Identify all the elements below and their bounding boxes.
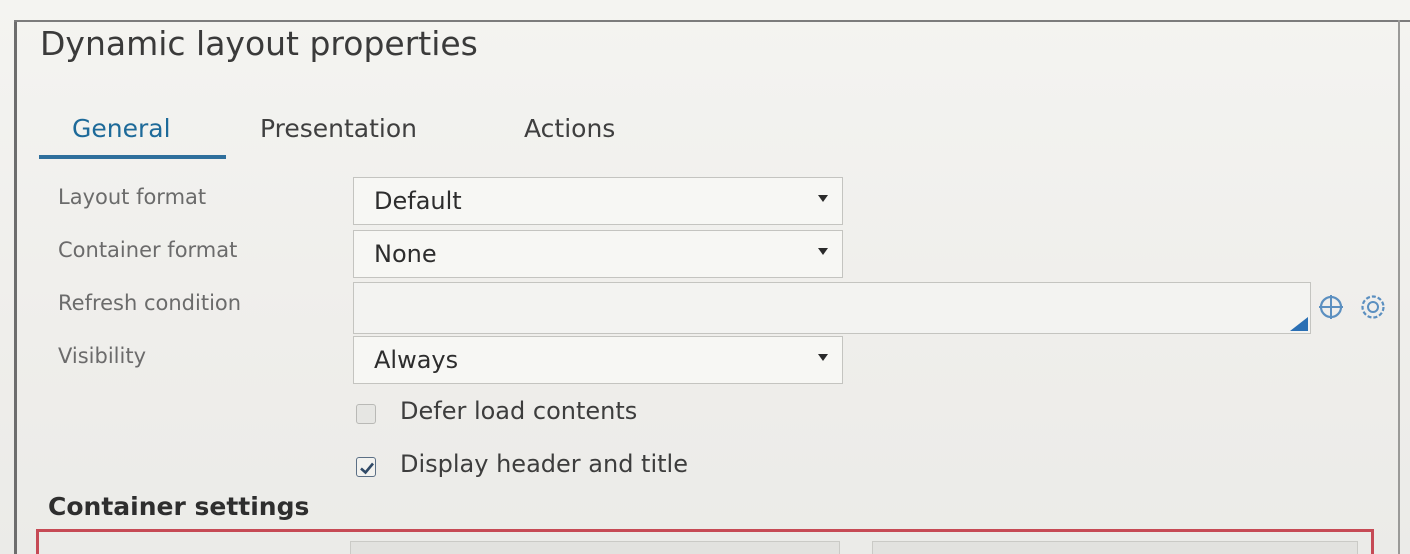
- tab-general[interactable]: General: [72, 114, 171, 143]
- defer-load-checkbox[interactable]: [356, 404, 376, 424]
- container-format-label: Container format: [58, 238, 238, 262]
- window-top-border: [14, 20, 1410, 22]
- layout-format-select[interactable]: Default: [353, 177, 843, 225]
- defer-load-label: Defer load contents: [400, 397, 638, 425]
- container-settings-field[interactable]: [872, 541, 1358, 554]
- check-icon: [360, 462, 374, 475]
- container-format-value: None: [374, 240, 437, 268]
- visibility-label: Visibility: [58, 344, 147, 368]
- window-right-border: [1398, 20, 1400, 554]
- visibility-select[interactable]: Always: [353, 336, 843, 384]
- tab-presentation[interactable]: Presentation: [260, 114, 417, 143]
- crosshair-icon[interactable]: [1318, 294, 1344, 320]
- active-tab-indicator: [39, 155, 226, 159]
- chevron-down-icon: [818, 248, 828, 255]
- dialog-title: Dynamic layout properties: [40, 24, 478, 63]
- gear-icon[interactable]: [1360, 294, 1386, 320]
- screen: Dynamic layout properties General Presen…: [0, 0, 1410, 554]
- display-header-checkbox[interactable]: [356, 457, 376, 477]
- refresh-condition-input[interactable]: [353, 282, 1311, 334]
- refresh-condition-label: Refresh condition: [58, 291, 242, 315]
- layout-format-label: Layout format: [58, 185, 207, 209]
- visibility-value: Always: [374, 346, 459, 374]
- layout-format-value: Default: [374, 187, 462, 215]
- resize-handle[interactable]: [1290, 317, 1308, 331]
- window-left-border: [14, 22, 17, 554]
- chevron-down-icon: [818, 195, 828, 202]
- container-format-select[interactable]: None: [353, 230, 843, 278]
- chevron-down-icon: [818, 354, 828, 361]
- section-title-container-settings: Container settings: [48, 492, 310, 521]
- display-header-label: Display header and title: [400, 450, 688, 478]
- container-settings-field[interactable]: [350, 541, 840, 554]
- tab-actions[interactable]: Actions: [524, 114, 615, 143]
